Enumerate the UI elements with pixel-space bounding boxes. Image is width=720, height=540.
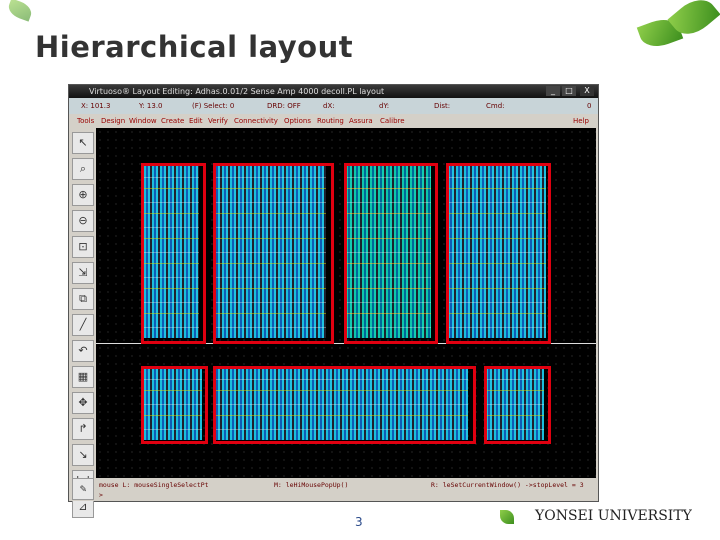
menu-calibre[interactable]: Calibre [380, 117, 405, 125]
leaf-decoration [5, 0, 35, 22]
menu-edit[interactable]: Edit [189, 117, 203, 125]
dist: Dist: [434, 102, 451, 110]
highlight-box [344, 163, 438, 344]
menu-assura[interactable]: Assura [349, 117, 373, 125]
menu-window[interactable]: Window [129, 117, 157, 125]
page-number: 3 [355, 515, 363, 529]
zoom-area-icon[interactable]: ⊡ [72, 236, 94, 258]
highlight-box [213, 163, 334, 344]
highlight-box [141, 163, 206, 344]
stretch-icon[interactable]: ⇲ [72, 262, 94, 284]
menu-options[interactable]: Options [284, 117, 311, 125]
close-button[interactable]: X [580, 86, 594, 96]
highlight-box [213, 366, 476, 444]
select-tool-icon[interactable]: ↖ [72, 132, 94, 154]
zoom-fit-icon[interactable]: ⌕ [72, 158, 94, 180]
move-icon[interactable]: ✥ [72, 392, 94, 414]
copy-icon[interactable]: ⧉ [72, 288, 94, 310]
tool-palette: ↖ ⌕ ⊕ ⊖ ⊡ ⇲ ⧉ ╱ ↶ ▦ ✥ ↱ ↘ |a| ⊿ [69, 128, 96, 518]
slide-title: Hierarchical layout [35, 30, 354, 64]
pencil-icon: ✎ [72, 478, 94, 500]
menu-help[interactable]: Help [573, 117, 589, 125]
y-coord: Y: 13.0 [139, 102, 163, 110]
mouse-middle: M: leHiMousePopUp() [274, 481, 349, 489]
layout-editor-window: Virtuoso® Layout Editing: Adhas.0.01/2 S… [68, 84, 599, 518]
minimize-button[interactable]: _ [546, 86, 560, 96]
mouse-right: R: leSetCurrentWindow() ->stopLevel = 3 [431, 481, 584, 489]
maximize-button[interactable]: □ [562, 86, 576, 96]
dx: dX: [323, 102, 335, 110]
drd-status: DRD: OFF [267, 102, 301, 110]
path-icon[interactable]: ╱ [72, 314, 94, 336]
menu-design[interactable]: Design [101, 117, 125, 125]
menu-tools[interactable]: Tools [77, 117, 94, 125]
menu-verify[interactable]: Verify [208, 117, 228, 125]
dy: dY: [379, 102, 390, 110]
grid-icon[interactable]: ▦ [72, 366, 94, 388]
ruler-icon[interactable]: ↘ [72, 444, 94, 466]
menu-create[interactable]: Create [161, 117, 184, 125]
menu-routing[interactable]: Routing [317, 117, 344, 125]
window-title: Virtuoso® Layout Editing: Adhas.0.01/2 S… [89, 87, 385, 96]
zoom-in-icon[interactable]: ⊕ [72, 184, 94, 206]
status-number: 0 [587, 102, 592, 110]
menu-bar: Tools Design Window Create Edit Verify C… [69, 114, 598, 128]
zoom-out-icon[interactable]: ⊖ [72, 210, 94, 232]
highlight-box [141, 366, 208, 444]
cmd: Cmd: [486, 102, 505, 110]
highlight-box [446, 163, 551, 344]
university-logo: YONSEI UNIVERSITY [535, 508, 692, 524]
logo-leaf-icon [500, 510, 514, 524]
select-count: (F) Select: 0 [192, 102, 235, 110]
mouse-status-bar: ✎ mouse L: mouseSingleSelectPt M: leHiMo… [69, 478, 598, 501]
route-icon[interactable]: ↱ [72, 418, 94, 440]
title-bar: Virtuoso® Layout Editing: Adhas.0.01/2 S… [69, 85, 598, 98]
highlight-box [484, 366, 551, 444]
menu-connectivity[interactable]: Connectivity [234, 117, 278, 125]
status-bar: X: 101.3 Y: 13.0 (F) Select: 0 DRD: OFF … [69, 98, 598, 114]
undo-icon[interactable]: ↶ [72, 340, 94, 362]
command-prompt[interactable]: > [99, 491, 103, 499]
x-coord: X: 101.3 [81, 102, 111, 110]
layout-canvas[interactable] [96, 128, 596, 478]
mouse-left: mouse L: mouseSingleSelectPt [99, 481, 209, 489]
